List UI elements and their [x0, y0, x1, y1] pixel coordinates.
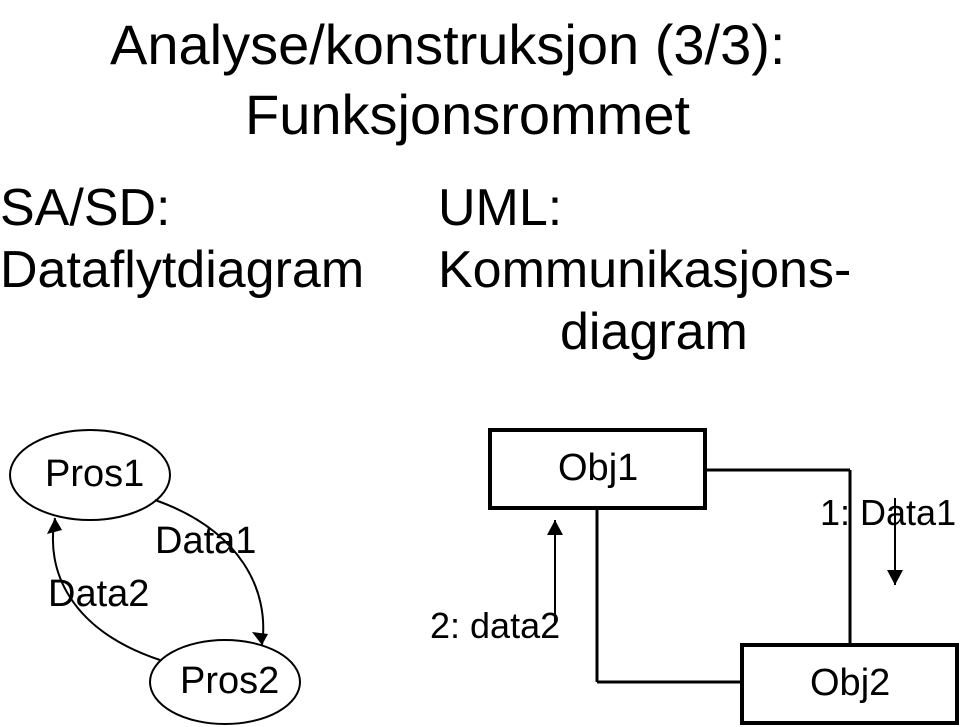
- msg2-label: 2: data2: [430, 605, 560, 647]
- slide-subtitle: Funksjonsrommet: [245, 82, 690, 147]
- data1-arrowhead: [252, 632, 268, 645]
- obj2-label: Obj2: [810, 662, 890, 705]
- data2-label: Data2: [48, 573, 149, 616]
- msg1-arrowhead: [887, 570, 903, 585]
- right-column-heading-3: diagram: [560, 302, 748, 362]
- data2-arrowhead: [47, 518, 62, 534]
- data1-label: Data1: [155, 520, 256, 563]
- right-column-heading-2: Kommunikasjons-: [438, 240, 851, 300]
- msg2-arrowhead: [547, 520, 563, 535]
- pros2-label: Pros2: [180, 660, 279, 703]
- slide-title: Analyse/konstruksjon (3/3):: [110, 12, 785, 77]
- right-column-heading-1: UML:: [438, 178, 562, 238]
- msg1-label: 1: Data1: [820, 492, 956, 534]
- left-column-heading-1: SA/SD:: [0, 178, 171, 238]
- obj1-label: Obj1: [558, 447, 638, 490]
- pros1-label: Pros1: [45, 453, 144, 496]
- left-column-heading-2: Dataflytdiagram: [0, 240, 364, 300]
